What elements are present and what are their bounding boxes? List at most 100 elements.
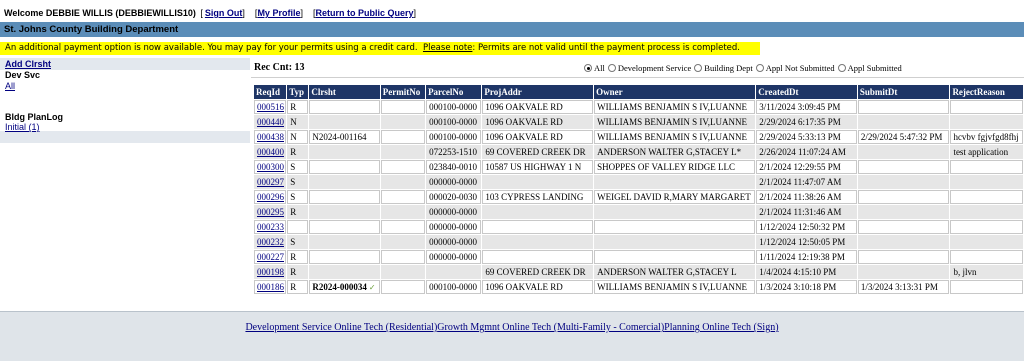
- cell-created: 1/3/2024 3:10:18 PM: [756, 280, 857, 294]
- reqid-link[interactable]: 000297: [257, 177, 284, 187]
- cell-text: ANDERSON WALTER G,STACEY L: [597, 267, 737, 277]
- cell-addr: [482, 205, 594, 219]
- cell-parcel: 023840-0010: [426, 160, 482, 174]
- cell-permit: [380, 160, 426, 174]
- footer-link[interactable]: Development Service Online Tech (Residen…: [245, 322, 437, 333]
- cell-clrsht: [309, 235, 380, 249]
- cell-text: b, jlvn: [953, 267, 977, 277]
- table-row: 000296 S 000020-0030 103 CYPRESS LANDING WEI…: [254, 190, 1023, 204]
- bracket: [: [200, 8, 203, 18]
- cell-text: 000020-0030: [429, 192, 478, 202]
- cell-typ: R: [287, 250, 309, 264]
- cell-typ: S: [287, 235, 309, 249]
- radio-button[interactable]: [584, 64, 592, 72]
- reqid-link[interactable]: 000400: [257, 147, 284, 157]
- welcome-text: Welcome DEBBIE WILLIS (DEBBIEWILLIS10): [4, 8, 196, 18]
- cell-created: 1/12/2024 12:50:05 PM: [756, 235, 857, 249]
- cell-text: N: [290, 132, 297, 142]
- filter-option[interactable]: Appl Not Submitted: [755, 63, 835, 73]
- reqid-link[interactable]: 000295: [257, 207, 284, 217]
- reqid-link[interactable]: 000296: [257, 192, 284, 202]
- cell-addr: 69 COVERED CREEK DR: [482, 145, 594, 159]
- cell-text: 000000-0000: [429, 237, 478, 247]
- add-clrsht-link[interactable]: Add Clrsht: [5, 59, 51, 69]
- cell-text: WILLIAMS BENJAMIN S IV,LUANNE: [597, 132, 747, 142]
- cell-text: 000100-0000: [429, 102, 478, 112]
- sign-out-link[interactable]: Sign Out: [205, 8, 243, 18]
- cell-text: 2/1/2024 11:31:46 AM: [759, 207, 842, 217]
- cell-clrsht: [309, 265, 380, 279]
- cell-submit: [857, 250, 950, 264]
- cell-text: 1/3/2024 3:10:18 PM: [759, 282, 837, 292]
- reqid-link[interactable]: 000233: [257, 222, 284, 232]
- radio-button[interactable]: [755, 64, 764, 72]
- reqid-link[interactable]: 000516: [257, 102, 284, 112]
- reqid-link[interactable]: 000198: [257, 267, 284, 277]
- filter-option[interactable]: All: [584, 63, 605, 73]
- reqid-link[interactable]: 000300: [257, 162, 284, 172]
- please-note-link[interactable]: Please note: [423, 43, 472, 53]
- filter-label: All: [594, 63, 605, 73]
- reqid-link[interactable]: 000186: [257, 282, 284, 292]
- cell-typ: N: [287, 130, 309, 144]
- cell-reject: [950, 100, 1023, 114]
- cell-text: 1096 OAKVALE RD: [485, 117, 563, 127]
- department-title: St. Johns County Building Department: [4, 24, 179, 35]
- filter-option[interactable]: Building Dept: [694, 63, 753, 73]
- radio-button[interactable]: [694, 64, 703, 72]
- reqid-link[interactable]: 000227: [257, 252, 284, 262]
- bldg-initial-link[interactable]: Initial (1): [5, 122, 40, 132]
- footer-link[interactable]: Growth Mgmnt Online Tech (Multi-Family -…: [437, 322, 664, 333]
- cell-addr: 10587 US HIGHWAY 1 N: [482, 160, 594, 174]
- filter-option[interactable]: Development Service: [607, 63, 692, 73]
- footer-link[interactable]: Planning Online Tech (Sign): [664, 322, 778, 333]
- cell-parcel: 000020-0030: [426, 190, 482, 204]
- reqid-link[interactable]: 000440: [257, 117, 284, 127]
- main-content: Rec Cnt: 13 All Development Service Buildi…: [251, 58, 1024, 311]
- cell-parcel: 000000-0000: [426, 235, 482, 249]
- cell-owner: SHOPPES OF VALLEY RIDGE LLC: [594, 160, 756, 174]
- bracket: ]: [242, 8, 245, 18]
- table-row: 000186 R R2024-000034 ✓ 000100-0000 1096 OAKV…: [254, 280, 1023, 294]
- filter-option[interactable]: Appl Submitted: [837, 63, 902, 73]
- cell-parcel: 000100-0000: [426, 100, 482, 114]
- filter-label: Development Service: [617, 63, 692, 73]
- department-title-bar: St. Johns County Building Department: [0, 22, 1024, 37]
- cell-addr: 1096 OAKVALE RD: [482, 100, 594, 114]
- cell-owner: [594, 175, 756, 189]
- column-header: SubmitDt: [857, 85, 950, 99]
- cell-owner: [594, 205, 756, 219]
- cell-text: N2024-001164: [312, 132, 367, 142]
- dev-svc-all-link[interactable]: All: [5, 81, 15, 91]
- my-profile-link[interactable]: My Profile: [257, 8, 300, 18]
- cell-reqid: 000300: [254, 160, 287, 174]
- cell-text: 2/1/2024 12:29:55 PM: [759, 162, 841, 172]
- cell-addr: [482, 250, 594, 264]
- reqid-link[interactable]: 000232: [257, 237, 284, 247]
- cell-text: 1/12/2024 12:50:05 PM: [759, 237, 846, 247]
- cell-addr: 1096 OAKVALE RD: [482, 280, 594, 294]
- cell-text: 1/12/2024 12:50:32 PM: [759, 222, 846, 232]
- checkmark-icon: ✓: [368, 283, 376, 292]
- cell-clrsht: [309, 160, 380, 174]
- column-header: ProjAddr: [482, 85, 594, 99]
- column-header: ParcelNo: [426, 85, 482, 99]
- table-row: 000227 R 000000-0000 1/11/2024 12:19:38 PM: [254, 250, 1023, 264]
- cell-typ: [287, 220, 309, 234]
- cell-typ: R: [287, 205, 309, 219]
- table-row: 000232 S 000000-0000 1/12/2024 12:50:05 PM: [254, 235, 1023, 249]
- cell-reqid: 000232: [254, 235, 287, 249]
- cell-typ: R: [287, 265, 309, 279]
- cell-created: 3/11/2024 3:09:45 PM: [756, 100, 857, 114]
- cell-submit: [857, 190, 950, 204]
- reqid-link[interactable]: 000438: [257, 132, 284, 142]
- cell-text: ANDERSON WALTER G,STACEY L*: [597, 147, 742, 157]
- cell-text: 103 CYPRESS LANDING: [485, 192, 584, 202]
- bldg-planlog-title: Bldg PlanLog: [5, 112, 63, 122]
- radio-button[interactable]: [607, 64, 616, 72]
- radio-button[interactable]: [837, 64, 846, 72]
- return-public-query-link[interactable]: Return to Public Query: [316, 8, 414, 18]
- cell-reject: [950, 250, 1023, 264]
- cell-created: 2/1/2024 12:29:55 PM: [756, 160, 857, 174]
- cell-text: 2/1/2024 11:47:07 AM: [759, 177, 842, 187]
